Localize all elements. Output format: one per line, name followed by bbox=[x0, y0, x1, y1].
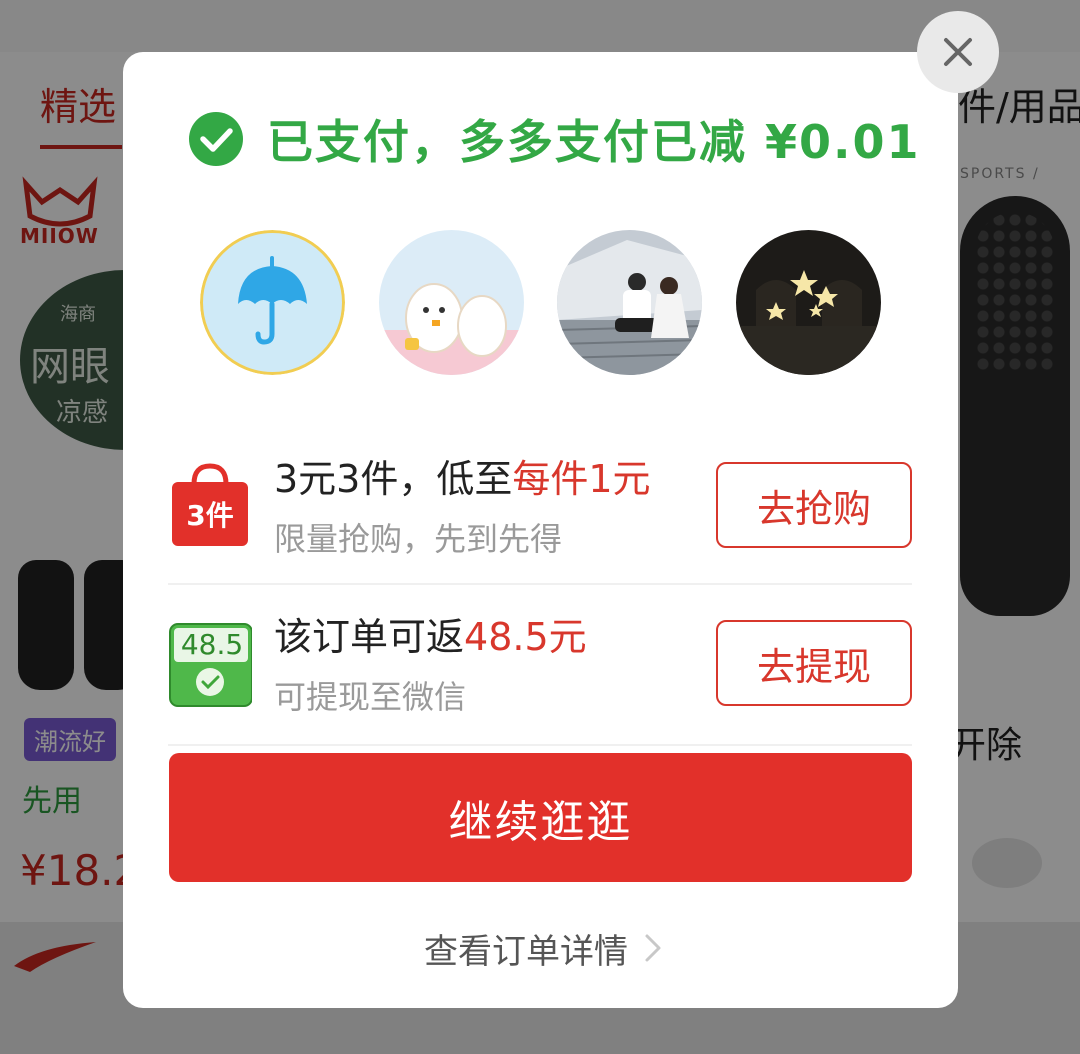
avatar-stars[interactable] bbox=[736, 230, 881, 375]
order-detail-link[interactable]: 查看订单详情 bbox=[424, 922, 664, 974]
avatar-umbrella[interactable] bbox=[200, 230, 345, 375]
promo-deal-title-highlight: 每件1元 bbox=[512, 457, 651, 501]
promo-deal-title: 3元3件，低至每件1元 bbox=[274, 448, 651, 503]
promo-deal-row: 3件 3元3件，低至每件1元 限量抢购，先到先得 去抢购 bbox=[168, 448, 912, 588]
payment-status-text: 已支付，多多支付已减 ¥0.01 bbox=[267, 115, 921, 169]
chevron-right-icon bbox=[645, 934, 661, 962]
grab-deal-button[interactable]: 去抢购 bbox=[716, 462, 912, 548]
cashback-row: 48.5 该订单可返48.5元 可提现至微信 去提现 bbox=[168, 606, 912, 746]
cashback-icon-label: 48.5 bbox=[180, 628, 244, 661]
order-detail-label: 查看订单详情 bbox=[424, 931, 628, 972]
avatar-cartoon[interactable] bbox=[379, 230, 524, 375]
promo-deal-subtitle: 限量抢购，先到先得 bbox=[274, 520, 563, 558]
cashback-title-prefix: 该订单可返 bbox=[274, 615, 465, 659]
cashback-subtitle: 可提现至微信 bbox=[274, 678, 467, 716]
star-icon bbox=[736, 230, 881, 375]
withdraw-button[interactable]: 去提现 bbox=[716, 620, 912, 706]
close-button[interactable] bbox=[917, 11, 999, 93]
promo-deal-title-prefix: 3元3件，低至 bbox=[274, 457, 513, 501]
couple-photo-image bbox=[557, 230, 702, 375]
cashback-title-highlight: 48.5元 bbox=[464, 615, 587, 659]
avatar-couple-photo[interactable] bbox=[557, 230, 702, 375]
divider bbox=[168, 744, 912, 746]
close-icon bbox=[944, 38, 972, 66]
cartoon-seals-image bbox=[379, 230, 524, 375]
check-circle-icon bbox=[189, 112, 243, 166]
continue-shopping-button[interactable]: 继续逛逛 bbox=[169, 753, 912, 882]
promo-bag-label: 3件 bbox=[186, 499, 234, 532]
payment-status: 已支付，多多支付已减 ¥0.01 bbox=[189, 108, 921, 170]
divider bbox=[168, 583, 912, 585]
cashback-title: 该订单可返48.5元 bbox=[274, 606, 587, 661]
umbrella-icon bbox=[200, 230, 345, 375]
